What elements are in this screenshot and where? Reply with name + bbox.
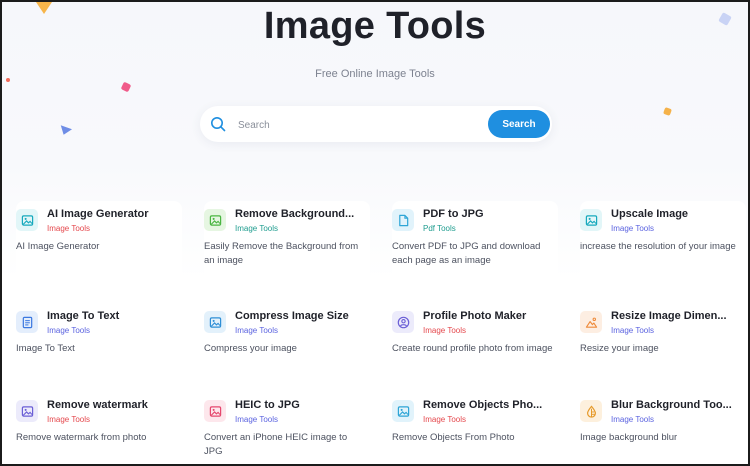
image-icon [204,311,226,333]
tool-category: Image Tools [611,224,654,233]
search-icon [210,116,226,132]
tool-title[interactable]: Remove Objects Pho... [423,399,559,411]
tool-description: Convert an iPhone HEIC image to JPG [204,432,348,457]
tool-category: Image Tools [235,326,278,335]
tool-description: Image To Text [16,343,75,354]
tool-title[interactable]: PDF to JPG [423,208,559,220]
blur-drop-icon [580,400,602,422]
tool-card[interactable]: PDF to JPG Pdf Tools Convert PDF to JPG an… [392,201,558,283]
tool-title[interactable]: Profile Photo Maker [423,310,559,322]
tool-description: Easily Remove the Background from an ima… [204,241,359,266]
tool-description: Remove watermark from photo [16,432,147,443]
tool-category: Image Tools [423,326,466,335]
tool-title[interactable]: AI Image Generator [47,208,183,220]
page-subtitle: Free Online Image Tools [315,68,435,80]
tool-title[interactable]: HEIC to JPG [235,399,371,411]
tool-description: increase the resolution of your image [580,241,736,252]
tool-category: Image Tools [235,415,278,424]
tool-title[interactable]: Remove Background... [235,208,371,220]
image-icon [204,209,226,231]
decor-triangle-blue [57,125,73,137]
page-title: Image Tools [263,5,487,47]
tool-card[interactable]: Upscale Image Image Tools increase the res… [580,201,746,283]
tool-category: Image Tools [47,415,90,424]
tool-card[interactable]: Profile Photo Maker Image Tools Create rou… [392,303,558,375]
decor-square-pink [120,81,132,93]
tool-category: Image Tools [611,326,654,335]
tool-description: Convert PDF to JPG and download each pag… [392,241,541,266]
page-frame: Image Tools Free Online Image Tools Sear… [0,0,750,466]
landscape-icon [580,311,602,333]
image-icon [580,209,602,231]
tool-category: Image Tools [47,326,90,335]
tool-category: Image Tools [611,415,654,424]
tool-category: Image Tools [235,224,278,233]
search-input[interactable] [236,115,480,135]
tool-card[interactable]: Remove Objects Pho... Image Tools Remove O… [392,392,558,462]
tool-description: Remove Objects From Photo [392,432,515,443]
image-icon [392,400,414,422]
tool-title[interactable]: Resize Image Dimen... [611,310,747,322]
tool-card[interactable]: Image To Text Image Tools Image To Text [16,303,182,375]
tool-card[interactable]: HEIC to JPG Image Tools Convert an iPhone … [204,392,370,462]
tool-title[interactable]: Image To Text [47,310,183,322]
tool-description: Create round profile photo from image [392,343,553,354]
decor-square-orange [663,107,672,116]
tool-card[interactable]: Remove watermark Image Tools Remove waterm… [16,392,182,462]
file-icon [392,209,414,231]
tool-description: Image background blur [580,432,678,443]
tool-card[interactable]: Resize Image Dimen... Image Tools Resize y… [580,303,746,375]
tool-category: Image Tools [423,415,466,424]
tool-title[interactable]: Compress Image Size [235,310,371,322]
tool-category: Pdf Tools [423,224,456,233]
user-circle-icon [392,311,414,333]
tool-card[interactable]: Remove Background... Image Tools Easily Re… [204,201,370,283]
tool-description: AI Image Generator [16,241,100,252]
tool-card[interactable]: Blur Background Too... Image Tools Image b… [580,392,746,462]
tool-title[interactable]: Blur Background Too... [611,399,747,411]
tool-category: Image Tools [47,224,90,233]
tool-description: Compress your image [204,343,297,354]
image-icon [16,400,38,422]
tool-card[interactable]: Compress Image Size Image Tools Compress y… [204,303,370,375]
image-icon [204,400,226,422]
image-icon [16,209,38,231]
text-doc-icon [16,311,38,333]
tool-title[interactable]: Upscale Image [611,208,747,220]
search-button[interactable]: Search [488,110,550,138]
tool-title[interactable]: Remove watermark [47,399,183,411]
tool-description: Resize your image [580,343,659,354]
tool-card[interactable]: AI Image Generator Image Tools AI Image Ge… [16,201,182,283]
search-bar: Search [200,106,552,142]
